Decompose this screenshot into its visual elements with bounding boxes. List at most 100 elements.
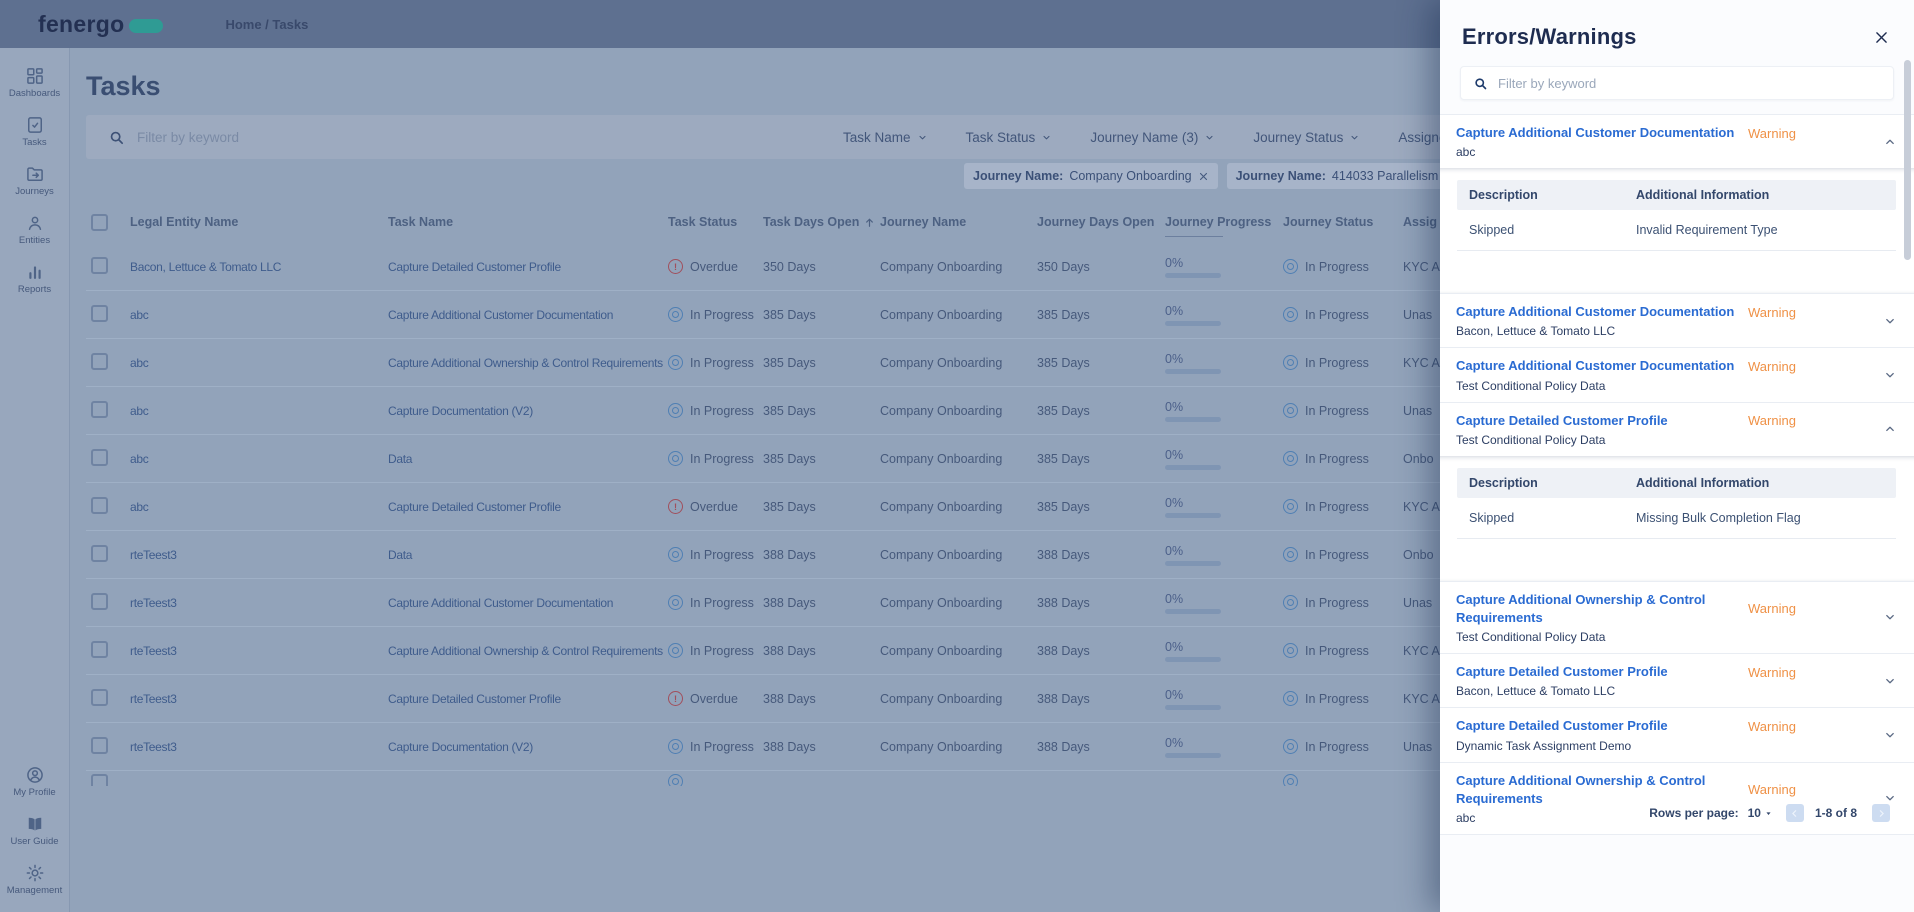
- filter-dropdown-task-name[interactable]: Task Name: [843, 130, 928, 145]
- column-header-legal-entity-name[interactable]: Legal Entity Name: [130, 215, 388, 229]
- legal-entity-link[interactable]: abc: [130, 452, 148, 466]
- row-checkbox[interactable]: [91, 774, 108, 786]
- row-checkbox[interactable]: [91, 449, 108, 466]
- task-name-link[interactable]: Capture Additional Customer Documentatio…: [388, 596, 613, 610]
- legal-entity-link[interactable]: rteTeest3: [130, 596, 177, 610]
- legal-entity-link[interactable]: rteTeest3: [130, 548, 177, 562]
- row-checkbox[interactable]: [91, 737, 108, 754]
- row-checkbox[interactable]: [91, 641, 108, 658]
- keyword-filter-input[interactable]: [137, 130, 457, 145]
- table-row[interactable]: rteTeest3 Capture Detailed Customer Prof…: [86, 675, 1606, 723]
- next-page-button[interactable]: [1872, 804, 1890, 822]
- table-row[interactable]: abc Capture Documentation (V2) In Progre…: [86, 387, 1606, 435]
- task-name-link[interactable]: Capture Detailed Customer Profile: [388, 692, 561, 706]
- journey-progress-value: 0%: [1165, 640, 1183, 654]
- chevron-up-icon[interactable]: [1883, 422, 1897, 436]
- legal-entity-link[interactable]: abc: [130, 356, 148, 370]
- row-checkbox[interactable]: [91, 305, 108, 322]
- sidebar-item-reports[interactable]: Reports: [0, 254, 69, 303]
- warning-item-header[interactable]: Capture Additional Ownership & Control R…: [1440, 582, 1914, 653]
- table-row[interactable]: rteTeest3 Capture Additional Ownership &…: [86, 627, 1606, 675]
- warning-task-link[interactable]: Capture Detailed Customer Profile: [1456, 412, 1748, 430]
- column-header-journey-progress[interactable]: Journey Progress: [1165, 215, 1283, 229]
- chevron-down-icon[interactable]: [1883, 674, 1897, 688]
- panel-scrollbar[interactable]: [1904, 60, 1911, 260]
- row-checkbox[interactable]: [91, 593, 108, 610]
- warning-item-header[interactable]: Capture Additional Customer Documentatio…: [1440, 348, 1914, 401]
- table-row[interactable]: Bacon, Lettuce & Tomato LLC Capture Deta…: [86, 243, 1606, 291]
- rows-per-page-select[interactable]: 10: [1748, 806, 1773, 820]
- filter-dropdown-journey-status[interactable]: Journey Status: [1253, 130, 1360, 145]
- table-row[interactable]: abc Capture Additional Customer Document…: [86, 291, 1606, 339]
- row-checkbox[interactable]: [91, 353, 108, 370]
- row-checkbox[interactable]: [91, 401, 108, 418]
- previous-page-button[interactable]: [1786, 804, 1804, 822]
- task-name-link[interactable]: Data: [388, 452, 412, 466]
- fenergo-logo[interactable]: fenergo: [38, 11, 163, 38]
- row-checkbox[interactable]: [91, 257, 108, 274]
- chevron-down-icon[interactable]: [1883, 610, 1897, 624]
- column-header-journey-name[interactable]: Journey Name: [880, 215, 1037, 229]
- warning-task-link[interactable]: Capture Detailed Customer Profile: [1456, 663, 1748, 681]
- task-name-link[interactable]: Capture Additional Customer Documentatio…: [388, 308, 613, 322]
- legal-entity-link[interactable]: rteTeest3: [130, 692, 177, 706]
- task-name-link[interactable]: Capture Detailed Customer Profile: [388, 500, 561, 514]
- warning-task-link[interactable]: Capture Additional Customer Documentatio…: [1456, 357, 1748, 375]
- table-row[interactable]: abc Data In Progress 385 Days Company On…: [86, 435, 1606, 483]
- filter-dropdown-journey-name-3[interactable]: Journey Name (3): [1090, 130, 1215, 145]
- task-name-link[interactable]: Capture Additional Ownership & Control R…: [388, 644, 663, 658]
- legal-entity-link[interactable]: abc: [130, 308, 148, 322]
- column-header-journey-days-open[interactable]: Journey Days Open: [1037, 215, 1165, 229]
- warning-task-link[interactable]: Capture Additional Ownership & Control R…: [1456, 591, 1748, 627]
- chevron-down-icon[interactable]: [1883, 368, 1897, 382]
- legal-entity-link[interactable]: abc: [130, 404, 148, 418]
- warning-item-header[interactable]: Capture Detailed Customer Profile Warnin…: [1440, 403, 1914, 456]
- sidebar-item-user-guide[interactable]: User Guide: [0, 806, 69, 855]
- table-row[interactable]: abc Capture Additional Ownership & Contr…: [86, 339, 1606, 387]
- select-all-checkbox[interactable]: [91, 214, 108, 231]
- task-name-link[interactable]: Capture Documentation (V2): [388, 740, 533, 754]
- task-name-link[interactable]: Capture Additional Ownership & Control R…: [388, 356, 663, 370]
- sidebar-item-dashboards[interactable]: Dashboards: [0, 58, 69, 107]
- close-icon[interactable]: [1873, 29, 1890, 46]
- panel-filter-input[interactable]: [1498, 76, 1881, 91]
- warning-item-header[interactable]: Capture Detailed Customer Profile Warnin…: [1440, 708, 1914, 761]
- warning-item-header[interactable]: Capture Additional Customer Documentatio…: [1440, 294, 1914, 347]
- column-header-task-name[interactable]: Task Name: [388, 215, 668, 229]
- table-row[interactable]: rteTeest3 Capture Additional Customer Do…: [86, 579, 1606, 627]
- row-checkbox[interactable]: [91, 545, 108, 562]
- warning-item-header[interactable]: Capture Detailed Customer Profile Warnin…: [1440, 654, 1914, 707]
- legal-entity-link[interactable]: abc: [130, 500, 148, 514]
- row-checkbox[interactable]: [91, 497, 108, 514]
- warning-item-header[interactable]: Capture Additional Ownership & Control R…: [1440, 763, 1914, 834]
- filter-dropdown-task-status[interactable]: Task Status: [966, 130, 1053, 145]
- task-name-link[interactable]: Data: [388, 548, 412, 562]
- sidebar-item-management[interactable]: Management: [0, 855, 69, 904]
- chevron-down-icon[interactable]: [1883, 314, 1897, 328]
- table-row[interactable]: rteTeest3 Data In Progress 388 Days Comp…: [86, 531, 1606, 579]
- sidebar-item-journeys[interactable]: Journeys: [0, 156, 69, 205]
- sidebar-item-tasks[interactable]: Tasks: [0, 107, 69, 156]
- table-row[interactable]: abc Capture Detailed Customer Profile !O…: [86, 483, 1606, 531]
- column-header-task-days-open[interactable]: Task Days Open: [763, 215, 880, 229]
- legal-entity-link[interactable]: rteTeest3: [130, 740, 177, 754]
- legal-entity-link[interactable]: rteTeest3: [130, 644, 177, 658]
- warning-task-link[interactable]: Capture Additional Ownership & Control R…: [1456, 772, 1748, 808]
- warning-task-link[interactable]: Capture Detailed Customer Profile: [1456, 717, 1748, 735]
- warning-task-link[interactable]: Capture Additional Customer Documentatio…: [1456, 303, 1748, 321]
- sidebar-item-my-profile[interactable]: My Profile: [0, 757, 69, 806]
- column-header-task-status[interactable]: Task Status: [668, 215, 763, 229]
- sidebar-item-entities[interactable]: Entities: [0, 205, 69, 254]
- chip-remove-icon[interactable]: [1198, 171, 1209, 182]
- chevron-up-icon[interactable]: [1883, 135, 1897, 149]
- warning-item-header[interactable]: Capture Additional Customer Documentatio…: [1440, 115, 1914, 168]
- chevron-down-icon[interactable]: [1883, 728, 1897, 742]
- task-name-link[interactable]: Capture Documentation (V2): [388, 404, 533, 418]
- column-header-journey-status[interactable]: Journey Status: [1283, 215, 1403, 229]
- task-name-link[interactable]: Capture Detailed Customer Profile: [388, 260, 561, 274]
- warning-task-link[interactable]: Capture Additional Customer Documentatio…: [1456, 124, 1748, 142]
- row-checkbox[interactable]: [91, 689, 108, 706]
- table-row[interactable]: rteTeest3 Capture Documentation (V2) In …: [86, 723, 1606, 771]
- legal-entity-link[interactable]: Bacon, Lettuce & Tomato LLC: [130, 260, 281, 274]
- breadcrumb[interactable]: Home / Tasks: [225, 17, 308, 32]
